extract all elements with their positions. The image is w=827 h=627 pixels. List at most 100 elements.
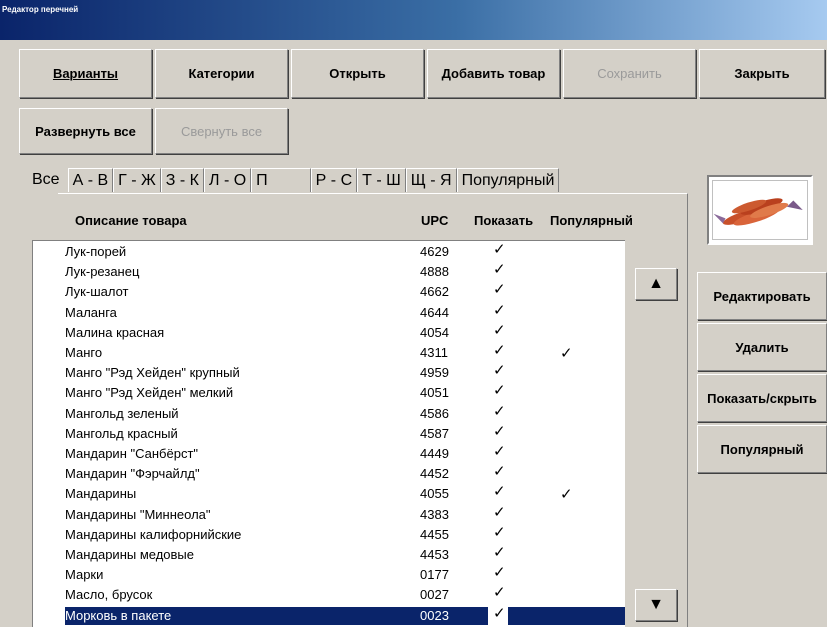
list-item[interactable]: Мангольд красный 4587 ✓ bbox=[33, 422, 625, 443]
item-upc: 4054 bbox=[420, 324, 449, 340]
show-hide-button[interactable]: Показать/скрыть bbox=[697, 374, 827, 422]
item-upc: 4644 bbox=[420, 304, 449, 320]
show-check-icon[interactable]: ✓ bbox=[493, 583, 506, 601]
expand-all-button[interactable]: Развернуть все bbox=[19, 108, 152, 154]
product-thumbnail bbox=[707, 175, 813, 245]
list-item[interactable]: Мандарины "Миннеола" 4383 ✓ bbox=[33, 503, 625, 524]
categories-button[interactable]: Категории bbox=[155, 49, 288, 98]
show-check-icon[interactable]: ✓ bbox=[493, 341, 506, 359]
tab-a-v[interactable]: А - В bbox=[67, 168, 114, 192]
popular-label: Популярный bbox=[720, 441, 804, 457]
list-item[interactable]: Мангольд зеленый 4586 ✓ bbox=[33, 402, 625, 423]
list-item[interactable]: Лук-шалот 4662 ✓ bbox=[33, 280, 625, 301]
item-description: Мандарины медовые bbox=[65, 547, 195, 562]
tab-shch-ya[interactable]: Щ - Я bbox=[405, 168, 457, 192]
list-item[interactable]: Мандарин "Санбёрст" 4449 ✓ bbox=[33, 442, 625, 463]
show-check-icon[interactable]: ✓ bbox=[493, 523, 506, 541]
tab-z-k[interactable]: З - К bbox=[160, 168, 204, 192]
tab-all[interactable]: Все bbox=[28, 168, 68, 192]
delete-button[interactable]: Удалить bbox=[697, 323, 827, 371]
show-check-icon[interactable]: ✓ bbox=[493, 280, 506, 298]
item-upc: 4629 bbox=[420, 244, 449, 259]
carrot-image bbox=[712, 180, 808, 240]
list-item[interactable]: Мандарины калифорнийские 4455 ✓ bbox=[33, 523, 625, 544]
product-list[interactable]: Лук-порей 4629 ✓ Лук-резанец 4888 ✓ Лук-шалот 4… bbox=[32, 240, 625, 627]
column-header-upc[interactable]: UPC bbox=[421, 213, 448, 228]
list-item[interactable]: Масло, брусок 0027 ✓ bbox=[33, 583, 625, 604]
list-item[interactable]: Лук-порей 4629 ✓ bbox=[33, 241, 625, 261]
item-description: Мандарин "Фэрчайлд" bbox=[65, 466, 200, 482]
popular-check-icon[interactable]: ✓ bbox=[560, 344, 573, 362]
show-check-icon[interactable]: ✓ bbox=[493, 402, 506, 420]
show-check-icon[interactable]: ✓ bbox=[493, 260, 506, 278]
item-description: Манго "Рэд Хейден" крупный bbox=[65, 365, 240, 381]
item-upc: 0023 bbox=[420, 607, 449, 623]
show-check-icon[interactable]: ✓ bbox=[493, 543, 506, 561]
delete-label: Удалить bbox=[735, 339, 789, 355]
triangle-up-icon: ▲ bbox=[648, 275, 664, 292]
collapse-all-label: Свернуть все bbox=[180, 123, 263, 139]
item-upc: 4051 bbox=[420, 385, 449, 401]
list-item[interactable]: Манго "Рэд Хейден" крупный 4959 ✓ bbox=[33, 361, 625, 382]
show-check-icon[interactable]: ✓ bbox=[493, 462, 506, 480]
popular-check-icon[interactable]: ✓ bbox=[560, 485, 573, 503]
scroll-up-button[interactable]: ▲ bbox=[635, 268, 677, 300]
item-description: Лук-резанец bbox=[65, 264, 140, 280]
item-description: Масло, брусок bbox=[65, 587, 153, 603]
tab-g-zh[interactable]: Г - Ж bbox=[113, 168, 161, 192]
show-check-icon[interactable]: ✓ bbox=[493, 482, 506, 500]
add-item-label: Добавить товар bbox=[441, 66, 546, 81]
tab-r-s[interactable]: Р - С bbox=[310, 168, 358, 192]
show-check-icon[interactable]: ✓ bbox=[493, 563, 506, 581]
list-item[interactable]: Марки 0177 ✓ bbox=[33, 563, 625, 584]
list-item[interactable]: Малина красная 4054 ✓ bbox=[33, 321, 625, 342]
close-button[interactable]: Закрыть bbox=[699, 49, 825, 98]
tab-t-sh[interactable]: Т - Ш bbox=[357, 168, 406, 192]
show-check-icon[interactable]: ✓ bbox=[493, 604, 506, 622]
item-description: Мангольд зеленый bbox=[65, 405, 179, 421]
item-description: Лук-порей bbox=[65, 244, 127, 259]
column-header-popular[interactable]: Популярный bbox=[550, 213, 633, 228]
window-title: Редактор перечней bbox=[2, 5, 79, 14]
list-item[interactable]: Маланга 4644 ✓ bbox=[33, 301, 625, 322]
show-hide-label: Показать/скрыть bbox=[707, 390, 817, 406]
show-check-icon[interactable]: ✓ bbox=[493, 442, 506, 460]
tab-l-o[interactable]: Л - О bbox=[204, 168, 252, 192]
list-item[interactable]: Мандарин "Фэрчайлд" 4452 ✓ bbox=[33, 462, 625, 483]
show-check-icon[interactable]: ✓ bbox=[493, 503, 506, 521]
edit-button[interactable]: Редактировать bbox=[697, 272, 827, 320]
list-item[interactable]: Манго 4311 ✓ ✓ bbox=[33, 341, 625, 362]
list-item[interactable]: Манго "Рэд Хейден" мелкий 4051 ✓ bbox=[33, 381, 625, 402]
alphabet-tabs: Все А - В Г - Ж З - К Л - О П Р - С Т - … bbox=[28, 168, 560, 194]
item-upc: 4449 bbox=[420, 446, 449, 461]
item-upc: 0027 bbox=[420, 587, 449, 603]
scroll-down-button[interactable]: ▼ bbox=[635, 589, 677, 621]
tab-p[interactable]: П bbox=[251, 168, 311, 192]
show-check-icon[interactable]: ✓ bbox=[493, 381, 506, 399]
column-header-show[interactable]: Показать bbox=[474, 213, 533, 228]
show-check-icon[interactable]: ✓ bbox=[493, 361, 506, 379]
item-description: Лук-шалот bbox=[65, 284, 129, 300]
column-header-description[interactable]: Описание товара bbox=[75, 213, 187, 228]
item-description: Мандарины калифорнийские bbox=[65, 526, 242, 542]
list-item[interactable]: Лук-резанец 4888 ✓ bbox=[33, 260, 625, 281]
show-check-icon[interactable]: ✓ bbox=[493, 422, 506, 440]
open-button[interactable]: Открыть bbox=[291, 49, 424, 98]
list-item[interactable]: Мандарины 4055 ✓ ✓ bbox=[33, 482, 625, 503]
show-check-icon[interactable]: ✓ bbox=[493, 301, 506, 319]
variants-button[interactable]: Варианты bbox=[19, 49, 152, 98]
item-upc: 4587 bbox=[420, 425, 449, 441]
list-item[interactable]: Мандарины медовые 4453 ✓ bbox=[33, 543, 625, 564]
popular-button[interactable]: Популярный bbox=[697, 425, 827, 473]
collapse-all-button[interactable]: Свернуть все bbox=[155, 108, 288, 154]
item-upc: 4586 bbox=[420, 405, 449, 421]
item-upc: 4452 bbox=[420, 466, 449, 482]
show-check-icon[interactable]: ✓ bbox=[493, 241, 506, 258]
show-check-icon[interactable]: ✓ bbox=[493, 321, 506, 339]
add-item-button[interactable]: Добавить товар bbox=[427, 49, 560, 98]
list-item[interactable]: Морковь в пакете 0023 ✓ bbox=[33, 604, 625, 625]
save-label: Сохранить bbox=[597, 66, 662, 81]
tab-popular[interactable]: Популярный bbox=[456, 168, 560, 192]
save-button[interactable]: Сохранить bbox=[563, 49, 696, 98]
item-upc: 4311 bbox=[420, 345, 448, 360]
